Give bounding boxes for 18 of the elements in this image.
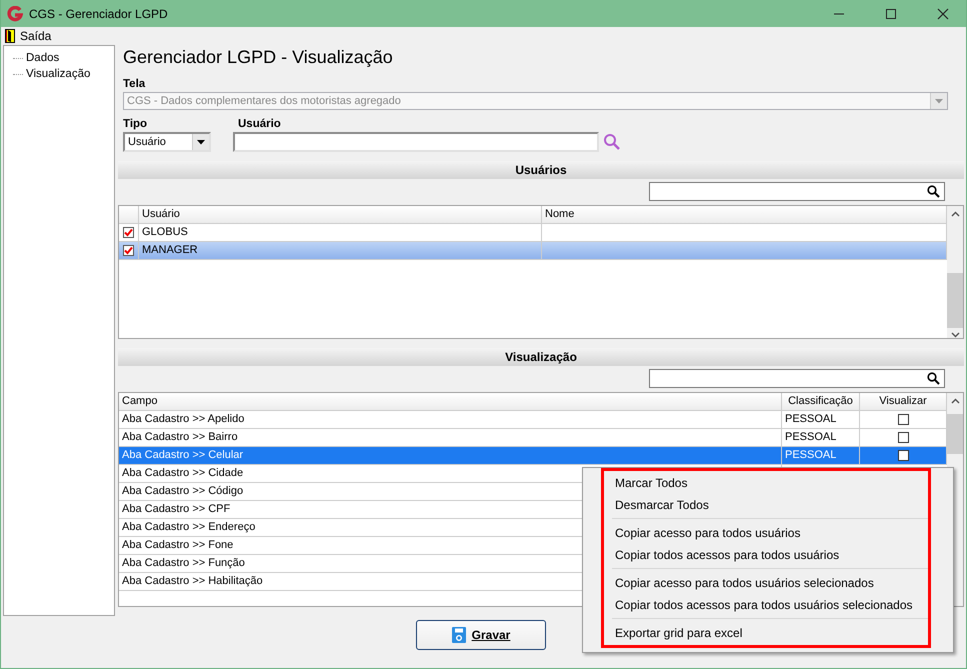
column-header: Campo [119,393,782,410]
table-cell: GLOBUS [139,224,542,241]
page-heading: Gerenciador LGPD - Visualização [123,47,394,69]
window-title: CGS - Gerenciador LGPD [29,6,168,20]
table-cell: PESSOAL [782,411,860,428]
field-label: Tipo [123,118,148,130]
field-label: Tela [123,78,146,90]
section-header: Usuários [118,161,964,179]
table-cell: Aba Cadastro >> Celular [119,447,782,464]
table-cell: Aba Cadastro >> Apelido [119,411,782,428]
table-cell: Aba Cadastro >> Bairro [119,429,782,446]
table-cell: MANAGER [139,242,542,259]
column-header: Usuário [139,206,542,223]
table-cell: PESSOAL [782,429,860,446]
column-header: Classificação [782,393,860,410]
table-cell: PESSOAL [782,447,860,464]
field-label: Usuário [238,118,282,130]
section-header: Visualização [118,348,964,366]
